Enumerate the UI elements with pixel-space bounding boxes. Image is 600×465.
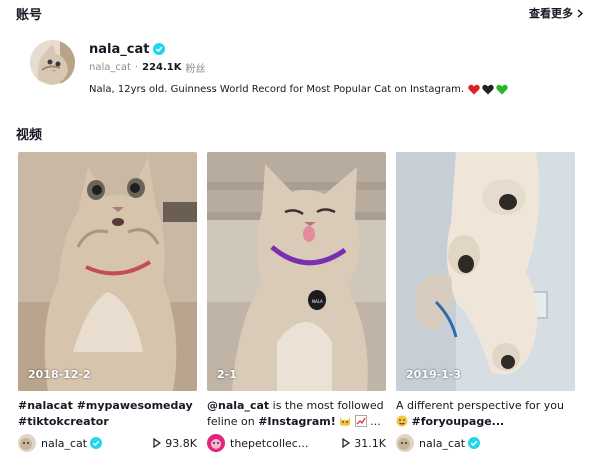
pet-collective-avatar-icon xyxy=(207,434,225,452)
verified-badge-icon xyxy=(153,43,166,55)
svg-text:NALA: NALA xyxy=(312,299,323,304)
author-avatar[interactable] xyxy=(18,434,36,452)
video-date: 2018-12-2 xyxy=(28,368,91,381)
cat-looking-up-image xyxy=(18,152,197,391)
cat-from-below-image xyxy=(396,152,575,391)
red-heart-icon xyxy=(468,84,480,95)
account-username: nala_cat xyxy=(89,62,131,73)
video-meta: nala_cat xyxy=(396,433,575,453)
see-more-label: 查看更多 xyxy=(529,7,573,20)
accounts-section-title: 账号 xyxy=(16,7,43,23)
chart-up-emoji-icon xyxy=(354,415,367,427)
videos-section-header: 视频 xyxy=(16,124,584,143)
desc-mention[interactable]: @nala_cat xyxy=(207,399,269,412)
play-icon xyxy=(153,438,162,448)
video-meta: thepetcollec... 31.1K xyxy=(207,433,386,453)
videos-section-title: 视频 xyxy=(16,127,43,143)
video-card[interactable]: 2018-12-2 #nalacat #mypawesomeday #tikto… xyxy=(18,152,197,453)
follower-label: 粉丝 xyxy=(185,64,206,75)
video-thumbnail[interactable]: 2018-12-2 xyxy=(18,152,197,391)
account-result[interactable]: nala_cat nala_cat · 224.1K 粉丝 Nala, 12yr… xyxy=(30,40,508,95)
author-name[interactable]: nala_cat xyxy=(419,437,465,450)
video-description[interactable]: A different perspective for you #foryoup… xyxy=(396,398,575,430)
cat-avatar-icon xyxy=(30,40,75,85)
play-count: 93.8K xyxy=(153,437,197,450)
video-card[interactable]: NALA 2-1 @nala_cat is the most followed … xyxy=(207,152,386,453)
see-more-link[interactable]: 查看更多 xyxy=(529,5,584,21)
desc-text: feline on xyxy=(207,415,259,428)
cat-avatar-icon xyxy=(396,434,414,452)
video-grid: 2018-12-2 #nalacat #mypawesomeday #tikto… xyxy=(18,152,575,453)
author-avatar[interactable] xyxy=(207,434,225,452)
green-heart-icon xyxy=(496,84,508,95)
account-bio: Nala, 12yrs old. Guinness World Record f… xyxy=(89,84,465,95)
play-icon xyxy=(342,438,351,448)
wink-face-emoji-icon xyxy=(396,415,408,427)
verified-badge-icon xyxy=(468,437,481,449)
video-meta: nala_cat 93.8K xyxy=(18,433,197,453)
video-card[interactable]: 2019-1-3 A different perspective for you… xyxy=(396,152,575,453)
author-name[interactable]: nala_cat xyxy=(41,437,87,450)
black-heart-icon xyxy=(482,84,494,95)
chevron-right-icon xyxy=(577,8,584,18)
desc-text: A different perspective for you xyxy=(396,399,565,412)
video-date: 2019-1-3 xyxy=(406,368,462,381)
video-description[interactable]: @nala_cat is the most followed feline on… xyxy=(207,398,386,430)
play-count-value: 93.8K xyxy=(165,436,197,450)
follower-count: 224.1K xyxy=(142,62,182,73)
video-description[interactable]: #nalacat #mypawesomeday #tiktokcreator xyxy=(18,398,197,430)
cat-face-emoji-icon xyxy=(340,417,351,426)
video-hashtags-line2[interactable]: #tiktokcreator xyxy=(18,414,197,430)
cat-sticking-tongue-image: NALA xyxy=(207,152,386,391)
bio-hearts xyxy=(468,84,508,95)
video-date: 2-1 xyxy=(217,368,237,381)
video-thumbnail[interactable]: NALA 2-1 xyxy=(207,152,386,391)
account-display-name[interactable]: nala_cat xyxy=(89,42,149,57)
account-avatar[interactable] xyxy=(30,40,75,85)
play-count-value: 31.1K xyxy=(354,436,386,450)
video-thumbnail[interactable]: 2019-1-3 xyxy=(396,152,575,391)
author-avatar[interactable] xyxy=(396,434,414,452)
verified-badge-icon xyxy=(90,437,103,449)
desc-hashtag[interactable]: #Instagram! xyxy=(258,415,336,428)
cat-avatar-icon xyxy=(18,434,36,452)
accounts-section-header: 账号 查看更多 xyxy=(16,4,584,23)
desc-text: is the most followed xyxy=(269,399,384,412)
desc-ellipsis: ... xyxy=(370,415,381,428)
author-name[interactable]: thepetcollec... xyxy=(230,437,308,450)
play-count: 31.1K xyxy=(342,437,386,450)
desc-hashtag[interactable]: #foryoupage... xyxy=(412,415,505,428)
video-hashtags-line1[interactable]: #nalacat #mypawesomeday xyxy=(18,398,197,414)
